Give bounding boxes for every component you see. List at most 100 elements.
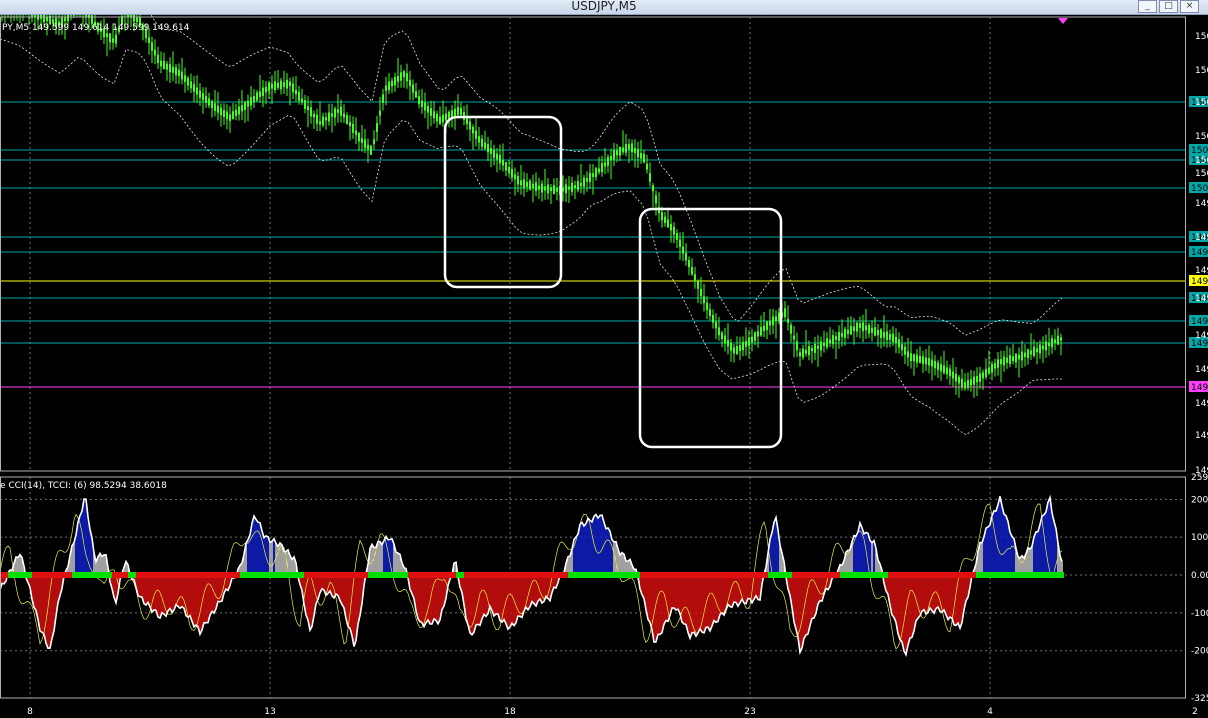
candle-body xyxy=(520,180,522,186)
price-axis-label: 149 xyxy=(1195,431,1208,441)
maximize-button[interactable]: □ xyxy=(1159,0,1178,13)
candle-body xyxy=(718,327,720,336)
candle-body xyxy=(967,379,969,388)
candle-body xyxy=(349,122,351,127)
candle-body xyxy=(640,153,642,159)
candle-body xyxy=(301,98,303,103)
candle-body xyxy=(670,223,672,231)
candle-body xyxy=(913,354,915,362)
candle-body xyxy=(880,329,882,338)
price-axis-label: 149 xyxy=(1195,266,1208,276)
candle-body xyxy=(793,335,795,340)
window-title-bar: USDJPY,M5 _ □ × xyxy=(0,0,1208,15)
candle-body xyxy=(541,183,543,193)
candle-body xyxy=(331,113,333,117)
candle-body xyxy=(595,168,597,178)
cci-axis-label: 259. xyxy=(1191,473,1208,483)
price-panel[interactable] xyxy=(0,15,1185,471)
zero-line-segment xyxy=(352,572,360,579)
x-tick-label: 4 xyxy=(987,707,993,717)
candle-body xyxy=(544,186,546,191)
candle-body xyxy=(874,327,876,336)
zero-line-segment xyxy=(656,572,664,579)
price-level-label: 149 xyxy=(1191,277,1208,287)
candle-body xyxy=(214,103,216,111)
zero-line-segment xyxy=(192,572,200,579)
candle-body xyxy=(754,332,756,341)
zero-line-segment xyxy=(920,572,928,579)
chart-canvas[interactable]: 8 13 18 23 4 21501501501501491491491491491491… xyxy=(0,15,1208,718)
candle-body xyxy=(151,42,153,51)
candle-body xyxy=(712,315,714,323)
zero-line-segment xyxy=(992,572,1000,579)
candle-body xyxy=(475,130,477,139)
candle-body xyxy=(892,333,894,342)
candle-body xyxy=(688,260,690,268)
candle-body xyxy=(637,148,639,158)
candle-body xyxy=(34,15,36,17)
candle-body xyxy=(838,332,840,341)
candle-body xyxy=(562,187,564,192)
zero-line-segment xyxy=(8,572,16,579)
candle-body xyxy=(970,379,972,386)
candle-body xyxy=(985,368,987,378)
cci-axis-label: -200 xyxy=(1191,647,1208,657)
axes: 8 13 18 23 4 21501501501501491491491491491491… xyxy=(0,16,1208,717)
candle-body xyxy=(973,376,975,385)
candle-body xyxy=(883,332,885,338)
candle-body xyxy=(439,116,441,124)
zero-line-segment xyxy=(272,572,280,579)
candle-body xyxy=(499,155,501,164)
candle-body xyxy=(202,93,204,101)
candle-body xyxy=(490,148,492,154)
candle-body xyxy=(871,327,873,333)
zero-line-segment xyxy=(800,572,808,579)
minimize-button[interactable]: _ xyxy=(1138,0,1157,13)
zero-line-segment xyxy=(504,572,512,579)
zero-line-segment xyxy=(24,572,32,579)
candle-body xyxy=(436,113,438,122)
candle-body xyxy=(604,162,606,167)
candle-body xyxy=(868,324,870,334)
zero-line-segment xyxy=(680,572,688,579)
candle-body xyxy=(709,309,711,316)
candle-body xyxy=(166,63,168,70)
candle-body xyxy=(589,172,591,182)
candle-body xyxy=(991,364,993,373)
zero-line-segment xyxy=(952,572,960,579)
zero-line-segment xyxy=(792,572,800,579)
candle-body xyxy=(586,178,588,182)
price-header: PY,M5 149.599 149.614 149.599 149.614 xyxy=(2,23,190,33)
candle-body xyxy=(424,102,426,111)
candle-body xyxy=(493,149,495,158)
candle-body xyxy=(664,216,666,223)
zero-line-segment xyxy=(520,572,528,579)
candle-body xyxy=(409,79,411,86)
candle-body xyxy=(154,49,156,56)
candle-body xyxy=(376,123,378,132)
zero-line-segment xyxy=(152,572,160,579)
candle-body xyxy=(856,322,858,332)
candle-body xyxy=(1042,345,1044,350)
zero-line-segment xyxy=(944,572,952,579)
candle-body xyxy=(979,373,981,382)
candle-body xyxy=(601,163,603,172)
close-button[interactable]: × xyxy=(1180,0,1199,13)
candle-body xyxy=(319,121,321,125)
candle-body xyxy=(73,15,75,16)
zero-line-segment xyxy=(864,572,872,579)
candle-body xyxy=(160,60,162,67)
candle-body xyxy=(841,333,843,337)
candle-body xyxy=(289,81,291,86)
candle-body xyxy=(328,112,330,122)
zero-line-segment xyxy=(88,572,96,579)
zero-line-segment xyxy=(848,572,856,579)
price-level-label: 150 xyxy=(1191,184,1208,194)
candle-body xyxy=(937,362,939,370)
candle-body xyxy=(580,182,582,187)
cci-panel[interactable] xyxy=(0,477,1185,698)
candle-body xyxy=(1045,341,1047,351)
zero-line-segment xyxy=(264,572,272,579)
candle-body xyxy=(364,139,366,149)
candle-body xyxy=(469,121,471,130)
